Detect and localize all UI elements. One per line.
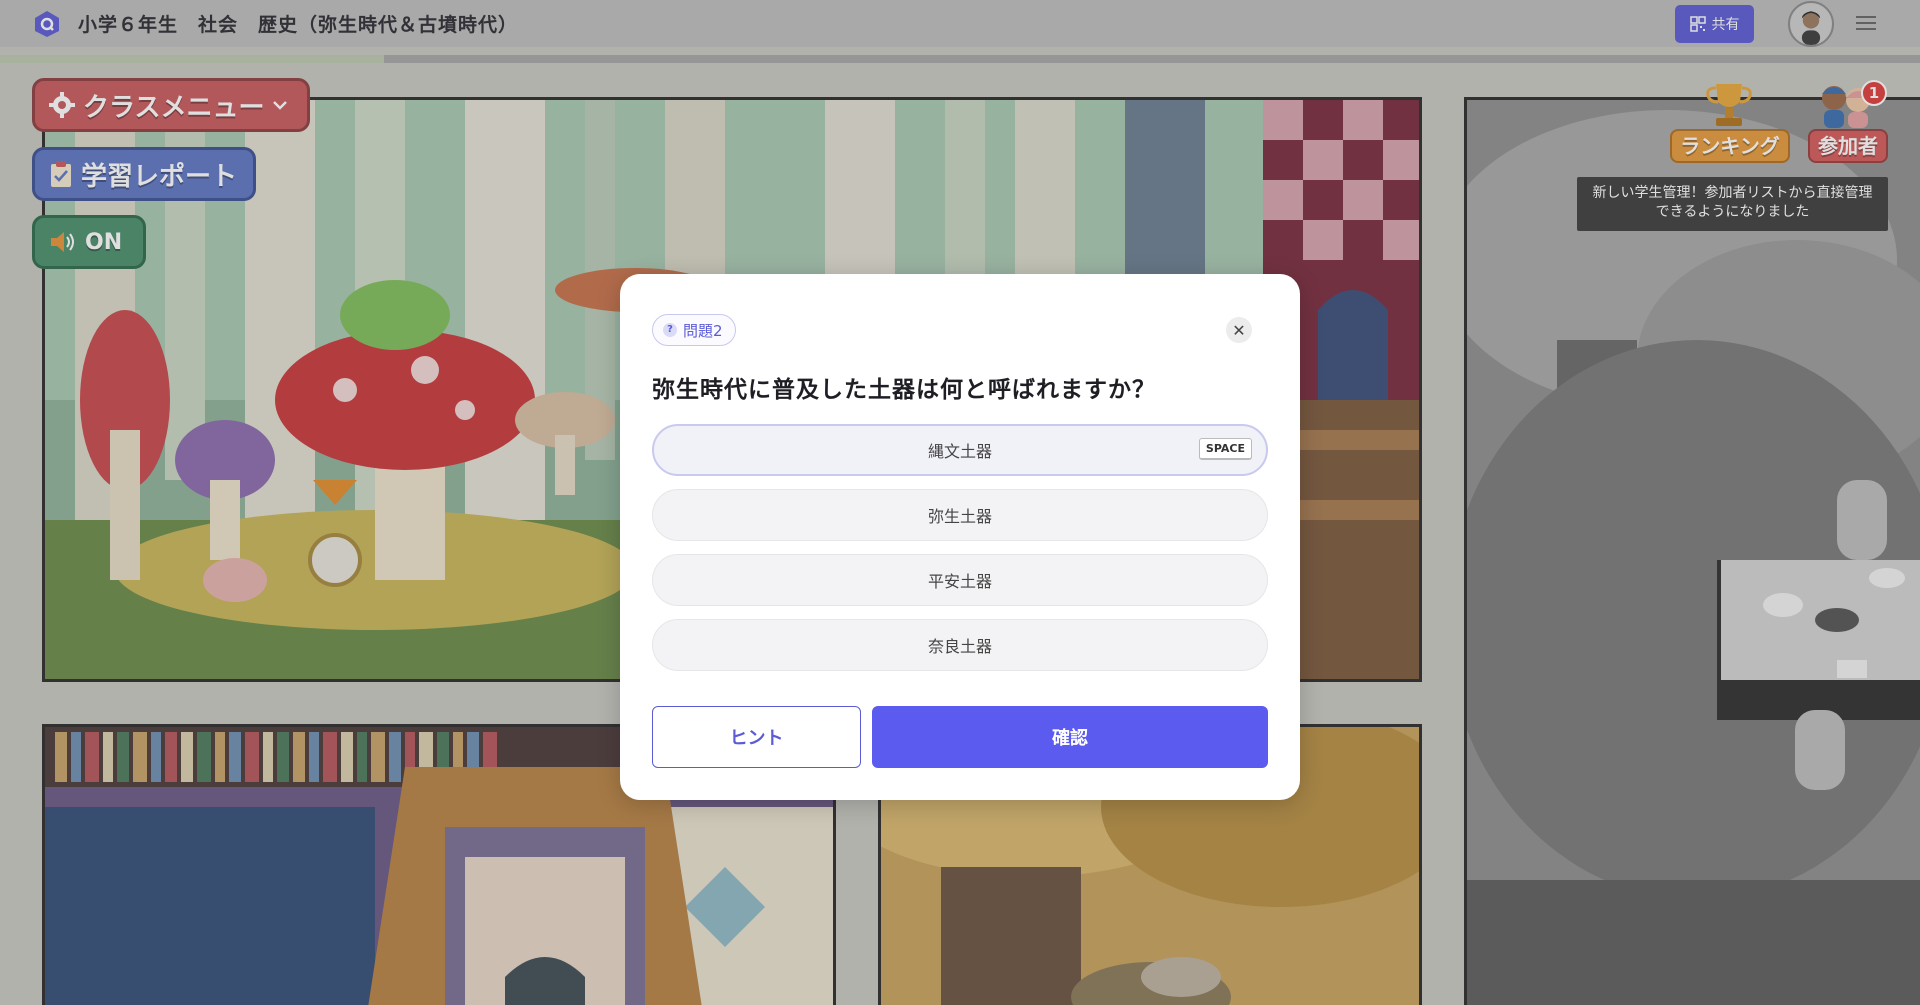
answer-option-1[interactable]: 縄文土器 SPACE [652, 424, 1268, 476]
ranking-button[interactable]: ランキング [1670, 129, 1790, 163]
close-icon: ✕ [1232, 320, 1246, 340]
question-mark-icon: ? [663, 323, 677, 337]
speaker-icon [51, 232, 74, 252]
share-label: 共有 [1711, 17, 1740, 33]
chevron-down-icon [273, 101, 288, 110]
answer-option-label: 縄文土器 [927, 442, 992, 461]
progress-fill [0, 55, 384, 63]
gear-icon [49, 92, 75, 118]
top-bar: 小学６年生 社会 歴史（弥生時代＆古墳時代） 共有 [0, 0, 1920, 47]
sound-state-label: ON [85, 229, 123, 255]
question-modal: ? 問題2 ✕ 弥生時代に普及した土器は何と呼ばれますか？ 縄文土器 SPACE… [620, 274, 1300, 800]
page-title: 小学６年生 社会 歴史（弥生時代＆古墳時代） [78, 14, 519, 36]
hint-button[interactable]: ヒント [652, 706, 861, 768]
avatar-face-icon [1801, 11, 1821, 45]
class-menu-button[interactable]: クラスメニュー [32, 78, 310, 132]
question-number-label: 問題2 [683, 321, 723, 340]
answer-option-2[interactable]: 弥生土器 [652, 489, 1268, 541]
clipboard-icon [51, 161, 71, 187]
answer-option-label: 平安土器 [927, 572, 992, 591]
menu-icon[interactable] [1856, 12, 1876, 34]
keyboard-shortcut-hint: SPACE [1198, 438, 1252, 460]
answer-option-3[interactable]: 平安土器 [652, 554, 1268, 606]
user-avatar[interactable] [1788, 1, 1834, 47]
question-text: 弥生時代に普及した土器は何と呼ばれますか？ [652, 377, 1156, 403]
answer-option-label: 奈良土器 [927, 637, 992, 656]
sound-toggle-button[interactable]: ON [32, 215, 146, 269]
participants-tooltip: 新しい学生管理！参加者リストから直接管理できるようになりました [1577, 177, 1888, 231]
tea-party-scene [1464, 97, 1920, 1005]
share-button[interactable]: 共有 [1675, 5, 1754, 43]
learning-report-label: 学習レポート [81, 161, 238, 192]
answer-option-4[interactable]: 奈良土器 [652, 619, 1268, 671]
progress-bar [0, 55, 1920, 63]
question-number-badge: ? 問題2 [652, 314, 736, 346]
app-logo-icon[interactable] [33, 10, 61, 38]
learning-report-button[interactable]: 学習レポート [32, 147, 256, 201]
class-menu-label: クラスメニュー [83, 92, 265, 123]
participants-button[interactable]: 参加者 [1808, 129, 1888, 163]
close-button[interactable]: ✕ [1226, 317, 1252, 343]
confirm-button[interactable]: 確認 [872, 706, 1268, 768]
qr-code-icon [1689, 16, 1706, 32]
notification-badge: 1 [1861, 80, 1887, 106]
trophy-icon[interactable] [1702, 80, 1756, 128]
answer-option-label: 弥生土器 [927, 507, 992, 526]
